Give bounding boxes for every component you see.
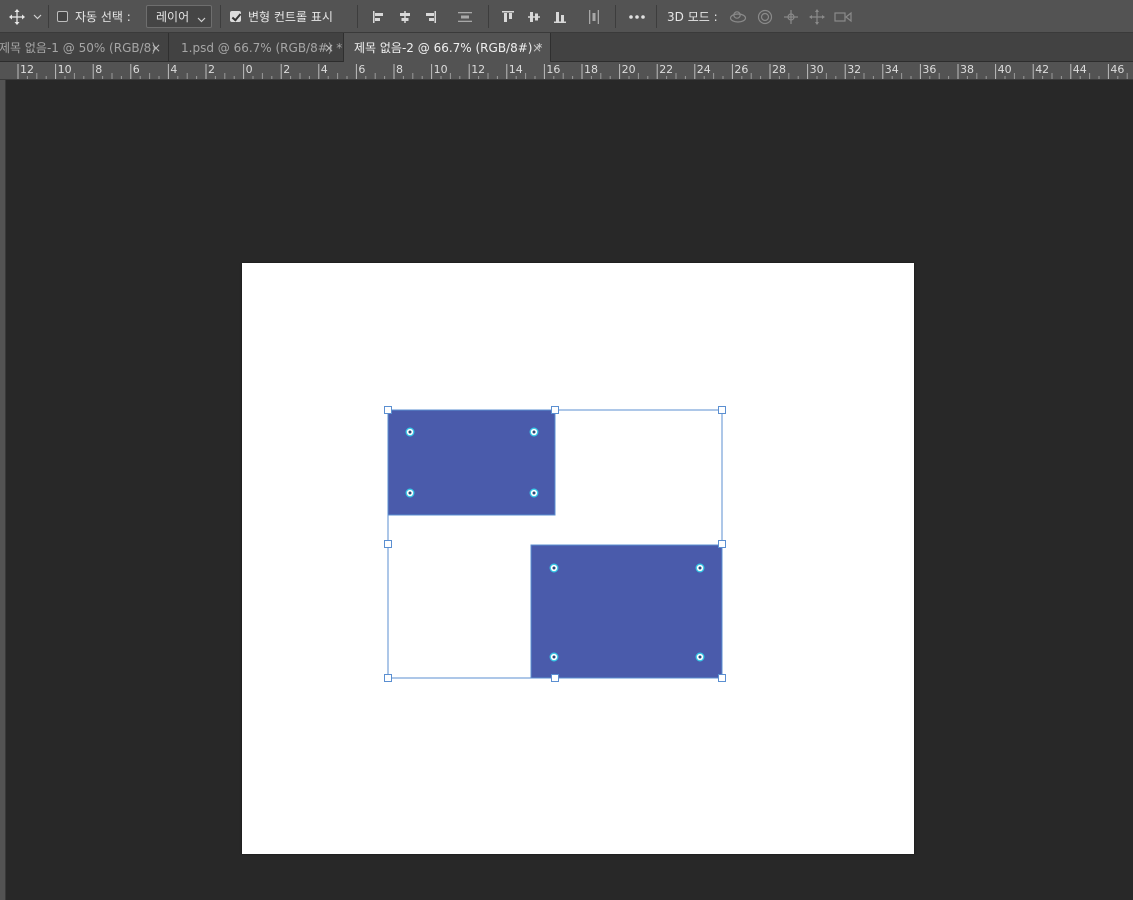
tab-close-icon[interactable]: ×	[324, 33, 334, 62]
ruler-tick-label: 18	[584, 63, 598, 76]
ruler-tick-label: 10	[58, 63, 72, 76]
ruler-tick-label: 40	[998, 63, 1012, 76]
ruler-tick-label: 6	[133, 63, 140, 76]
layer-select-dropdown[interactable]: 레이어	[146, 5, 212, 28]
transform-handle[interactable]	[551, 674, 559, 682]
align-left-edges-icon[interactable]	[370, 0, 388, 33]
ruler-tick-label: 32	[847, 63, 861, 76]
tab-untitled-2[interactable]: 제목 없음-2 @ 66.7% (RGB/8#) * ×	[344, 33, 551, 62]
chevron-down-icon	[197, 12, 206, 26]
tab-1-psd[interactable]: 1.psd @ 66.7% (RGB/8#) * ×	[169, 33, 344, 62]
transform-handle[interactable]	[718, 540, 726, 548]
ruler-tick-label: 34	[885, 63, 899, 76]
photoshop-window: 자동 선택 : 레이어 변형 컨트롤 표시 3D 모드: 제목 없음-1 @ …	[0, 0, 1133, 900]
horizontal-ruler[interactable]: 12 10 8 6 4 2 0 2 4 6 8 10 12 14 16 18 20 22 24 26 28 30 32 34 3…	[0, 62, 1133, 80]
ruler-tick-label: 10	[434, 63, 448, 76]
ruler-tick-label: 12	[20, 63, 34, 76]
ruler-tick-label: 28	[772, 63, 786, 76]
transform-handle[interactable]	[384, 540, 392, 548]
slide-3d-icon[interactable]	[807, 0, 827, 33]
tab-title: 1.psd @ 66.7% (RGB/8#) *	[181, 40, 343, 55]
transform-handle[interactable]	[384, 406, 392, 414]
anchor-point-center	[552, 655, 556, 659]
auto-select-checkbox[interactable]	[57, 0, 68, 33]
tool-preset-chevron-down-icon[interactable]	[30, 0, 44, 33]
ruler-tick-label: 2	[283, 63, 290, 76]
align-right-edges-icon[interactable]	[421, 0, 439, 33]
transform-handle[interactable]	[384, 674, 392, 682]
tab-untitled-1[interactable]: 제목 없음-1 @ 50% (RGB/8) ×	[0, 33, 169, 62]
scale-3d-camera-icon[interactable]	[832, 0, 854, 33]
ruler-ticks: 12 10 8 6 4 2 0 2 4 6 8 10 12 14 16 18 20 22 24 26 28 30 32 34 3…	[17, 63, 1128, 79]
ruler-tick-label: 16	[546, 63, 560, 76]
tab-close-icon[interactable]: ×	[532, 33, 542, 62]
distribute-vertical-icon[interactable]	[585, 0, 603, 33]
ruler-tick-label: 30	[810, 63, 824, 76]
tab-title: 제목 없음-1 @ 50% (RGB/8)	[0, 41, 156, 55]
ruler-tick-label: 22	[659, 63, 673, 76]
ruler-tick-label: 8	[396, 63, 403, 76]
transform-handle[interactable]	[718, 406, 726, 414]
anchor-point-center	[698, 566, 702, 570]
ruler-tick-label: 36	[922, 63, 936, 76]
auto-select-checkbox-box[interactable]	[57, 11, 68, 22]
ruler-tick-label: 46	[1110, 63, 1124, 76]
align-vertical-centers-icon[interactable]	[525, 0, 543, 33]
auto-select-label: 자동 선택 :	[75, 10, 131, 24]
document-tab-bar: 제목 없음-1 @ 50% (RGB/8) × 1.psd @ 66.7% (R…	[0, 33, 1133, 62]
ruler-tick-label: 44	[1073, 63, 1087, 76]
show-transform-checkbox-box[interactable]	[230, 11, 241, 22]
ruler-tick-label: 0	[246, 63, 253, 76]
transform-handle[interactable]	[551, 406, 559, 414]
tab-close-icon[interactable]: ×	[151, 33, 161, 62]
ruler-tick-label: 14	[509, 63, 523, 76]
align-bottom-edges-icon[interactable]	[551, 0, 569, 33]
ruler-tick-label: 12	[471, 63, 485, 76]
distribute-horizontal-icon[interactable]	[455, 0, 475, 33]
tab-title: 제목 없음-2 @ 66.7% (RGB/8#) *	[354, 41, 543, 55]
layer-select-value: 레이어	[156, 10, 190, 24]
anchor-point-center	[532, 430, 536, 434]
options-bar: 자동 선택 : 레이어 변형 컨트롤 표시 3D 모드:	[0, 0, 1133, 33]
roll-3d-icon[interactable]	[755, 0, 775, 33]
anchor-point-center	[698, 655, 702, 659]
ruler-tick-label: 6	[358, 63, 365, 76]
mode-3d-label: 3D 모드 :	[667, 10, 718, 24]
anchor-point-center	[408, 430, 412, 434]
ruler-tick-label: 20	[622, 63, 636, 76]
move-tool-icon[interactable]	[6, 0, 28, 33]
ruler-tick-label: 2	[208, 63, 215, 76]
show-transform-label: 변형 컨트롤 표시	[248, 10, 333, 24]
anchor-point-center	[552, 566, 556, 570]
align-top-edges-icon[interactable]	[499, 0, 517, 33]
shape-rectangle-top-left[interactable]	[387, 409, 556, 516]
ruler-tick-label: 24	[697, 63, 711, 76]
show-transform-checkbox[interactable]	[230, 0, 241, 33]
align-horizontal-centers-icon[interactable]	[396, 0, 414, 33]
ruler-tick-label: 8	[95, 63, 102, 76]
anchor-point-center	[408, 491, 412, 495]
ruler-tick-label: 38	[960, 63, 974, 76]
orbit-3d-icon[interactable]	[728, 0, 748, 33]
shape-rectangle-bottom-right[interactable]	[530, 544, 723, 679]
ruler-tick-label: 4	[170, 63, 177, 76]
anchor-point-center	[532, 491, 536, 495]
more-options-ellipsis-icon[interactable]	[625, 0, 649, 33]
ruler-tick-label: 4	[321, 63, 328, 76]
ruler-tick-label: 42	[1035, 63, 1049, 76]
ruler-tick-label: 26	[734, 63, 748, 76]
transform-handle[interactable]	[718, 674, 726, 682]
pan-3d-icon[interactable]	[781, 0, 801, 33]
